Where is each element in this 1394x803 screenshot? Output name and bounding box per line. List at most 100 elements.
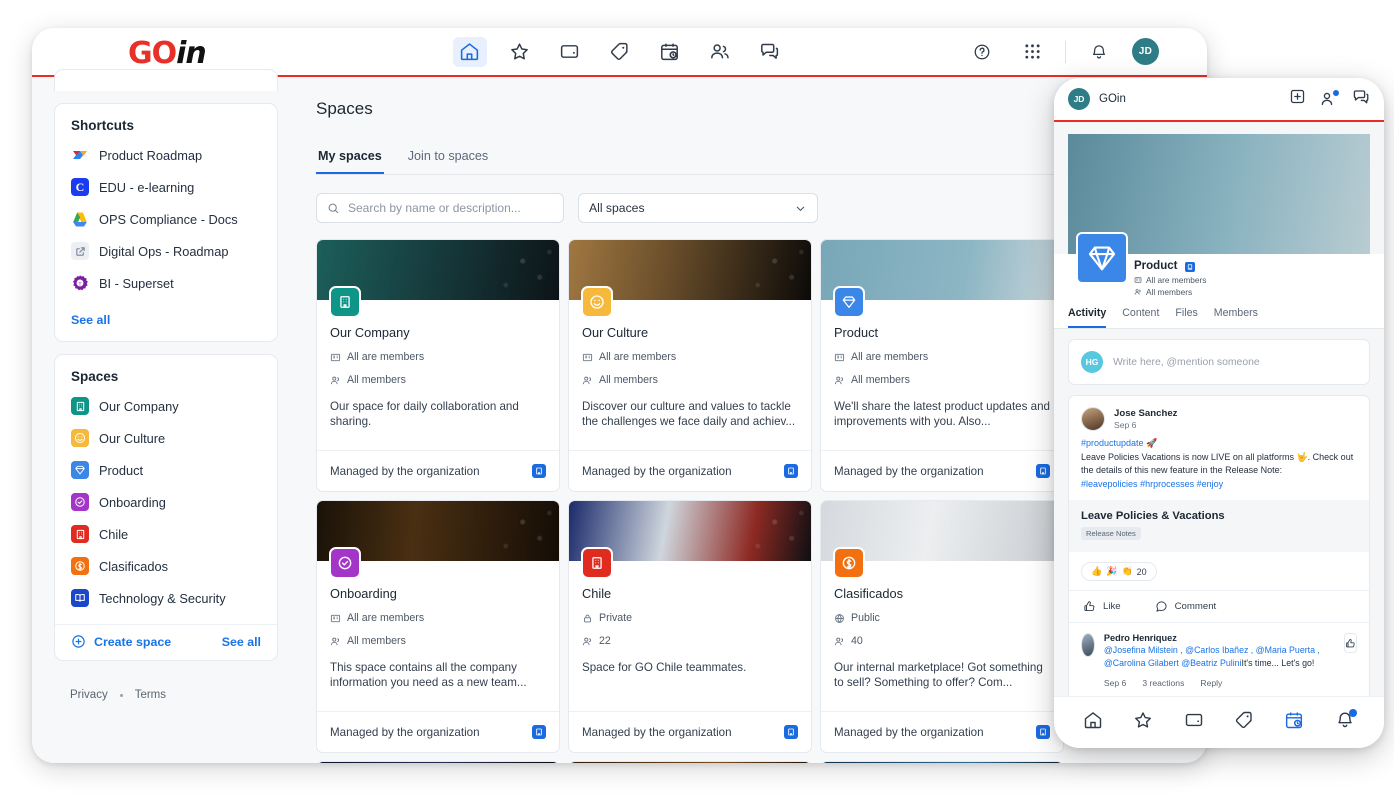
post-attachment[interactable]: Leave Policies & Vacations Release Notes bbox=[1069, 500, 1369, 552]
comment-button[interactable]: Comment bbox=[1155, 600, 1216, 613]
like-button[interactable]: Like bbox=[1083, 600, 1121, 613]
nav-people[interactable] bbox=[703, 37, 737, 67]
nav-chat[interactable] bbox=[753, 37, 787, 67]
card-footer: Managed by the organization bbox=[569, 711, 811, 752]
card-description: We'll share the latest product updates a… bbox=[834, 400, 1050, 429]
card-members-label: 22 bbox=[599, 635, 611, 647]
nav-calendar[interactable] bbox=[653, 37, 687, 67]
space-card[interactable]: Our Company All are members All members … bbox=[316, 239, 560, 492]
mobile-tab-activity[interactable]: Activity bbox=[1068, 307, 1107, 328]
nav-tags[interactable] bbox=[603, 37, 637, 67]
apps-grid-icon[interactable] bbox=[1015, 37, 1049, 67]
comment-like-button[interactable] bbox=[1344, 633, 1357, 653]
terms-link[interactable]: Terms bbox=[135, 689, 166, 701]
notification-dot bbox=[1348, 709, 1357, 717]
mobile-tab-members[interactable]: Members bbox=[1214, 307, 1258, 328]
mobile-tab-content[interactable]: Content bbox=[1122, 307, 1159, 328]
sidebar-item-ops-compliance-docs[interactable]: OPS Compliance - Docs bbox=[55, 203, 277, 235]
sidebar-item-chile[interactable]: Chile bbox=[55, 518, 277, 550]
privacy-link[interactable]: Privacy bbox=[70, 689, 108, 701]
comment-body: Pedro Henriquez @Josefina Milstein , @Ca… bbox=[1104, 633, 1335, 688]
mobile-scroll-area[interactable]: Product All are members All members Acti… bbox=[1054, 122, 1384, 696]
mobile-nav-notifications[interactable] bbox=[1335, 709, 1357, 735]
post-hashtag-2[interactable]: #hrprocesses bbox=[1140, 479, 1194, 489]
post-reactions[interactable]: 👍 🎉 👏 20 bbox=[1069, 552, 1369, 590]
space-card[interactable]: Product All are members All members We'l… bbox=[820, 239, 1064, 492]
sidebar-item-clasificados[interactable]: Clasificados bbox=[55, 550, 277, 582]
mobile-post-composer[interactable]: HG Write here, @mention someone bbox=[1068, 339, 1370, 385]
search-input[interactable]: Search by name or description... bbox=[316, 193, 564, 223]
card-footer: Managed by the organization bbox=[821, 450, 1063, 491]
sidebar-item-label: Chile bbox=[99, 526, 129, 542]
sidebar-item-technology-security[interactable]: Technology & Security bbox=[55, 582, 277, 614]
user-avatar[interactable]: JD bbox=[1132, 38, 1159, 65]
sidebar-item-onboarding[interactable]: Onboarding bbox=[55, 486, 277, 518]
mobile-user-avatar[interactable]: JD bbox=[1068, 88, 1090, 110]
card-description: Discover our culture and values to tackl… bbox=[582, 400, 796, 429]
add-box-icon[interactable] bbox=[1289, 88, 1306, 110]
mobile-nav-favorites[interactable] bbox=[1133, 710, 1153, 735]
space-card-partial[interactable] bbox=[316, 761, 560, 763]
mobile-nav-home[interactable] bbox=[1083, 710, 1103, 735]
reaction-pill[interactable]: 👍 🎉 👏 20 bbox=[1081, 562, 1157, 581]
mobile-brand-label: GOin bbox=[1099, 93, 1126, 105]
comment-date: Sep 6 bbox=[1103, 677, 1127, 688]
mobile-space-name-text: Product bbox=[1134, 260, 1178, 272]
composer-avatar: HG bbox=[1081, 351, 1103, 373]
mobile-post: Jose Sanchez Sep 6 #productupdate 🚀 Leav… bbox=[1068, 395, 1370, 696]
people-icon bbox=[835, 637, 844, 645]
sidebar-item-product[interactable]: Product bbox=[55, 454, 277, 486]
card-privacy: All are members bbox=[834, 351, 1050, 363]
separator-dot bbox=[119, 693, 123, 697]
space-card[interactable]: Onboarding All are members All members T… bbox=[316, 500, 560, 753]
sidebar-item-product-roadmap[interactable]: Product Roadmap bbox=[55, 139, 277, 171]
nav-home[interactable] bbox=[452, 36, 487, 67]
people-icon bbox=[1134, 289, 1141, 295]
card-banner bbox=[821, 501, 1063, 579]
see-all-label: See all bbox=[71, 313, 111, 327]
nav-favorites[interactable] bbox=[503, 37, 537, 67]
space-card[interactable]: Clasificados Public 40 Our internal mark… bbox=[820, 500, 1064, 753]
mobile-nav-tags[interactable] bbox=[1234, 710, 1254, 735]
shortcuts-heading: Shortcuts bbox=[71, 118, 135, 133]
sidebar-item-digital-ops-roadmap[interactable]: Digital Ops - Roadmap bbox=[55, 235, 277, 267]
sidebar-item-our-culture[interactable]: Our Culture bbox=[55, 422, 277, 454]
post-hashtag-1[interactable]: #leavepolicies bbox=[1081, 479, 1138, 489]
help-circle-icon[interactable] bbox=[965, 37, 999, 67]
add-people-icon[interactable] bbox=[1320, 90, 1339, 108]
sidebar-item-label: Onboarding bbox=[99, 494, 166, 510]
mobile-nav-calendar[interactable] bbox=[1284, 710, 1304, 735]
card-emblem bbox=[581, 286, 613, 318]
reaction-emoji-1: 👍 bbox=[1091, 566, 1103, 576]
space-card[interactable]: Chile Private 22 Space for GO Chile team… bbox=[568, 500, 812, 753]
mobile-nav-wallet[interactable] bbox=[1184, 710, 1204, 735]
nav-wallet[interactable] bbox=[553, 37, 587, 67]
post-emoji-body: 🤟 bbox=[1296, 451, 1308, 462]
attachment-title: Leave Policies & Vacations bbox=[1081, 510, 1225, 522]
create-space-action[interactable]: Create space bbox=[71, 634, 171, 649]
space-card[interactable]: Our Culture All are members All members … bbox=[568, 239, 812, 492]
post-hashtag-3[interactable]: #enjoy bbox=[1197, 479, 1224, 489]
sidebar-item-bi-superset[interactable]: T BI - Superset bbox=[55, 267, 277, 299]
spaces-see-all[interactable]: See all bbox=[222, 635, 261, 649]
people-icon bbox=[583, 637, 592, 645]
comment-reply[interactable]: Reply bbox=[1200, 678, 1222, 688]
card-banner bbox=[569, 240, 811, 318]
sidebar-item-label: OPS Compliance - Docs bbox=[99, 211, 238, 227]
shortcuts-see-all[interactable]: See all bbox=[55, 309, 277, 341]
card-members-label: 40 bbox=[851, 635, 863, 647]
spaces-filter-select[interactable]: All spaces bbox=[578, 193, 818, 223]
tab-my-spaces[interactable]: My spaces bbox=[316, 145, 384, 174]
sidebar-item-our-company[interactable]: Our Company bbox=[55, 390, 277, 422]
post-hashtag-top[interactable]: #productupdate bbox=[1081, 438, 1144, 448]
sidebar-item-edu-elearning[interactable]: C EDU - e-learning bbox=[55, 171, 277, 203]
bell-icon[interactable] bbox=[1082, 37, 1116, 67]
card-members: All members bbox=[834, 374, 1050, 386]
composer-placeholder: Write here, @mention someone bbox=[1113, 356, 1260, 368]
space-card-partial[interactable] bbox=[568, 761, 812, 763]
mobile-tab-files[interactable]: Files bbox=[1175, 307, 1197, 328]
chat-icon[interactable] bbox=[1352, 88, 1370, 111]
space-card-partial[interactable] bbox=[820, 761, 1064, 763]
comment-reactions[interactable]: 3 reactions bbox=[1142, 678, 1184, 688]
tab-join-to-spaces[interactable]: Join to spaces bbox=[406, 145, 491, 174]
